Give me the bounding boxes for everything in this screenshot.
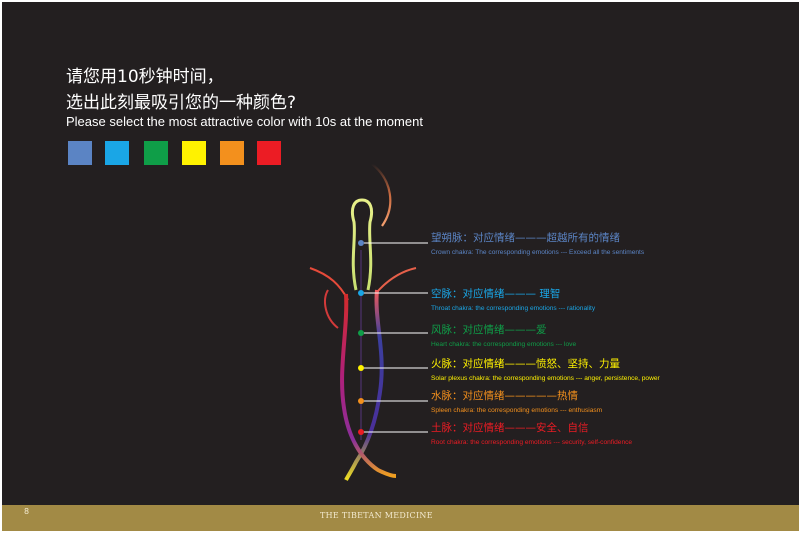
throat-chakra-label: 空脉：对应情绪——— 理智 Throat chakra: the corresp… bbox=[431, 288, 595, 313]
throat-chakra-english: Throat chakra: the corresponding emotion… bbox=[431, 305, 596, 312]
crown-chakra-label: 望朔脉：对应情绪———超越所有的情绪 Crown chakra: The cor… bbox=[431, 232, 644, 257]
page-number: 8 bbox=[24, 507, 30, 516]
spleen-chakra-title: 水脉：对应情绪—————热情 bbox=[431, 390, 578, 402]
solar-plexus-chakra-dot bbox=[358, 365, 364, 371]
crown-chakra-english: Crown chakra: The corresponding emotions… bbox=[431, 249, 645, 256]
chakra-body-figure bbox=[309, 163, 428, 481]
arm-left bbox=[309, 267, 349, 301]
channel-right bbox=[344, 289, 384, 481]
flame-stroke-right bbox=[371, 163, 392, 227]
heart-chakra-label: 风脉：对应情绪———爱 Heart chakra: the correspond… bbox=[431, 324, 576, 349]
crown-chakra-dot bbox=[358, 240, 364, 246]
spleen-chakra-label: 水脉：对应情绪—————热情 Spleen chakra: the corres… bbox=[431, 390, 602, 415]
footer-title: THE TIBETAN MEDICINE bbox=[320, 511, 433, 520]
root-chakra-dot bbox=[358, 429, 364, 435]
solar-plexus-chakra-english: Solar plexus chakra: the corresponding e… bbox=[431, 375, 660, 382]
heart-chakra-title: 风脉：对应情绪———爱 bbox=[431, 324, 547, 336]
solar-plexus-chakra-title: 火脉：对应情绪———愤怒、坚持、力量 bbox=[431, 358, 620, 370]
heart-chakra-english: Heart chakra: the corresponding emotions… bbox=[431, 341, 577, 348]
heart-chakra-dot bbox=[358, 330, 364, 336]
throat-chakra-title: 空脉：对应情绪——— 理智 bbox=[431, 288, 561, 300]
page: 请您用10秒钟时间， 选出此刻最吸引您的一种颜色? Please select … bbox=[0, 0, 799, 539]
spleen-chakra-english: Spleen chakra: the corresponding emotion… bbox=[431, 407, 603, 414]
arm-left-inner bbox=[324, 289, 339, 329]
arm-right bbox=[376, 267, 417, 293]
throat-chakra-dot bbox=[358, 290, 364, 296]
crown-chakra-title: 望朔脉：对应情绪———超越所有的情绪 bbox=[431, 232, 620, 244]
spleen-chakra-dot bbox=[358, 398, 364, 404]
root-chakra-title: 土脉：对应情绪———安全、自信 bbox=[431, 422, 589, 434]
root-chakra-english: Root chakra: the corresponding emotions … bbox=[431, 439, 633, 446]
solar-plexus-chakra-label: 火脉：对应情绪———愤怒、坚持、力量 Solar plexus chakra: … bbox=[431, 358, 660, 383]
root-chakra-label: 土脉：对应情绪———安全、自信 Root chakra: the corresp… bbox=[431, 422, 632, 447]
channel-left bbox=[340, 293, 397, 478]
